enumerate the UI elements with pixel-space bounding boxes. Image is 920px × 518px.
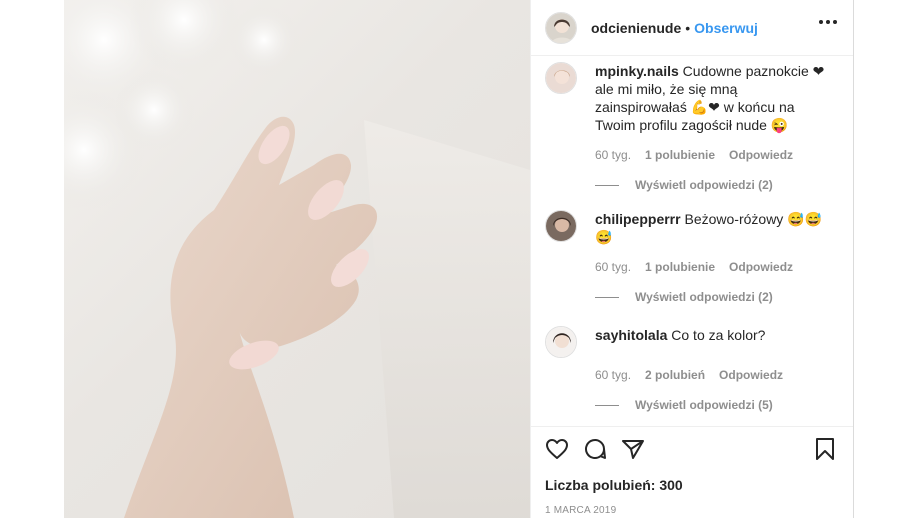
comment-icon[interactable] [583, 437, 607, 466]
reply-button[interactable]: Odpowiedz [729, 148, 793, 162]
comment-meta: 60 tyg. 1 polubienie Odpowiedz [595, 260, 837, 274]
reply-button[interactable]: Odpowiedz [719, 368, 783, 382]
comment-likes[interactable]: 1 polubienie [645, 260, 715, 274]
replies-divider [595, 404, 619, 406]
share-icon[interactable] [621, 437, 645, 466]
author-avatar[interactable] [545, 11, 577, 44]
replies-divider [595, 296, 619, 298]
comment-username[interactable]: chilipepperrr [595, 211, 681, 227]
view-replies-label: Wyświetl odpowiedzi (2) [635, 290, 773, 304]
view-replies-label: Wyświetl odpowiedzi (2) [635, 178, 773, 192]
bookmark-icon[interactable] [813, 437, 837, 466]
follow-button[interactable]: Obserwuj [694, 20, 758, 36]
commenter-avatar[interactable] [545, 326, 577, 358]
header-separator: • [685, 19, 691, 36]
view-replies-button[interactable]: Wyświetl odpowiedzi (2) [595, 178, 837, 192]
comment-body: sayhitolala Co to za kolor? [595, 326, 827, 358]
comment-time[interactable]: 60 tyg. [595, 260, 631, 274]
action-icons [545, 437, 837, 465]
post-sidebar: odcienienude • Obserwuj mpinky.nails Cud… [530, 0, 854, 518]
comment-item: mpinky.nails Cudowne paznokcie ❤ ale mi … [545, 62, 837, 192]
comments-list[interactable]: mpinky.nails Cudowne paznokcie ❤ ale mi … [531, 56, 853, 428]
comment-text: Co to za kolor? [671, 327, 766, 343]
comment-meta: 60 tyg. 2 polubień Odpowiedz [595, 368, 837, 382]
comment-likes[interactable]: 2 polubień [645, 368, 705, 382]
view-replies-label: Wyświetl odpowiedzi (5) [635, 398, 773, 412]
comment-username[interactable]: mpinky.nails [595, 63, 679, 79]
likes-count[interactable]: Liczba polubień: 300 [545, 477, 837, 493]
commenter-avatar[interactable] [545, 62, 577, 94]
comment-time[interactable]: 60 tyg. [595, 368, 631, 382]
comment-body: mpinky.nails Cudowne paznokcie ❤ ale mi … [595, 62, 827, 134]
hand-manicure-image [64, 0, 530, 518]
heart-icon[interactable] [545, 437, 569, 466]
comment-likes[interactable]: 1 polubienie [645, 148, 715, 162]
post-actions: Liczba polubień: 300 1 MARCA 2019 [531, 426, 853, 516]
comment-item: sayhitolala Co to za kolor? 60 tyg. 2 po… [545, 326, 837, 412]
view-replies-button[interactable]: Wyświetl odpowiedzi (2) [595, 290, 837, 304]
replies-divider [595, 184, 619, 186]
author-username[interactable]: odcienienude [591, 20, 681, 36]
post-date[interactable]: 1 MARCA 2019 [545, 505, 837, 516]
view-replies-button[interactable]: Wyświetl odpowiedzi (5) [595, 398, 837, 412]
comment-body: chilipepperrr Beżowo-różowy 😅😅😅 [595, 210, 827, 246]
comment-meta: 60 tyg. 1 polubienie Odpowiedz [595, 148, 837, 162]
comment-time[interactable]: 60 tyg. [595, 148, 631, 162]
comment-username[interactable]: sayhitolala [595, 327, 667, 343]
comment-item: chilipepperrr Beżowo-różowy 😅😅😅 60 tyg. … [545, 210, 837, 304]
more-horizontal-icon[interactable] [819, 20, 837, 24]
commenter-avatar[interactable] [545, 210, 577, 242]
post-photo[interactable] [64, 0, 530, 518]
post-header: odcienienude • Obserwuj [531, 0, 853, 56]
reply-button[interactable]: Odpowiedz [729, 260, 793, 274]
